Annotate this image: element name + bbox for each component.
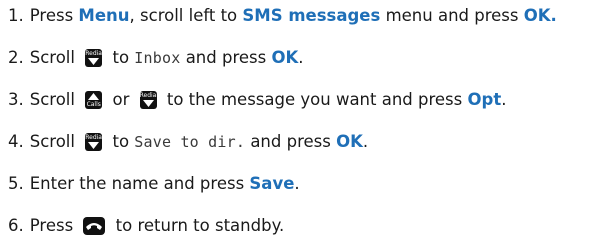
step-text: to return to standby. [110,216,285,235]
step-text: Scroll [29,132,81,151]
ok-key-label: OK [271,48,299,67]
step-text: . [501,90,507,109]
redial-key-label: Redial [85,50,104,57]
step-text: and press [180,48,272,67]
step-text: to [107,48,135,67]
step-5: 5. Enter the name and press Save . [8,170,300,198]
step-number: 3. [8,90,24,109]
step-number: 5. [8,174,24,193]
step-6: 6. Press to return to standby. [8,212,284,240]
step-text: Press [29,216,79,235]
step-text: to the message you want and press [161,90,468,109]
redial-key-label: Redial [85,134,104,141]
step-text: or [107,90,135,109]
save-key-label: Save [249,174,295,193]
save-to-dir-display-text: Save to dir. [134,133,246,151]
redial-down-key-icon: Redial [139,91,159,109]
calls-key-label: Calls [86,101,101,108]
step-1: 1. Press Menu , scroll left to SMS messa… [8,2,557,30]
step-4: 4. Scroll Redial to Save to dir. and pre… [8,128,368,156]
sms-messages-label: SMS messages [242,6,381,25]
step-text: Scroll [29,90,81,109]
calls-up-key-icon: Calls [85,91,103,109]
step-text: Enter the name and press [29,174,250,193]
redial-down-key-icon: Redial [85,49,104,67]
step-text: . [298,48,304,67]
menu-key-label: Menu [78,6,130,25]
ok-key-label: OK [336,132,363,151]
step-text: menu and press [380,6,524,25]
step-text: Press [29,6,79,25]
redial-key-label: Redial [139,92,159,99]
opt-key-label: Opt [467,90,502,109]
step-text: and press [245,132,337,151]
redial-down-key-icon: Redial [85,133,104,151]
step-number: 6. [8,216,24,235]
step-text: to [107,132,135,151]
step-text: Scroll [29,48,81,67]
step-number: 4. [8,132,24,151]
end-call-key-icon [83,217,106,235]
step-3: 3. Scroll Calls or Redial to the message… [8,86,506,114]
step-text: . [362,132,369,151]
step-number: 1. [8,6,24,25]
inbox-display-text: Inbox [134,49,181,67]
step-number: 2. [8,48,24,67]
step-text: , scroll left to [129,6,243,25]
ok-key-label: OK. [523,6,557,25]
step-text: . [294,174,300,193]
step-2: 2. Scroll Redial to Inbox and press OK . [8,44,304,72]
